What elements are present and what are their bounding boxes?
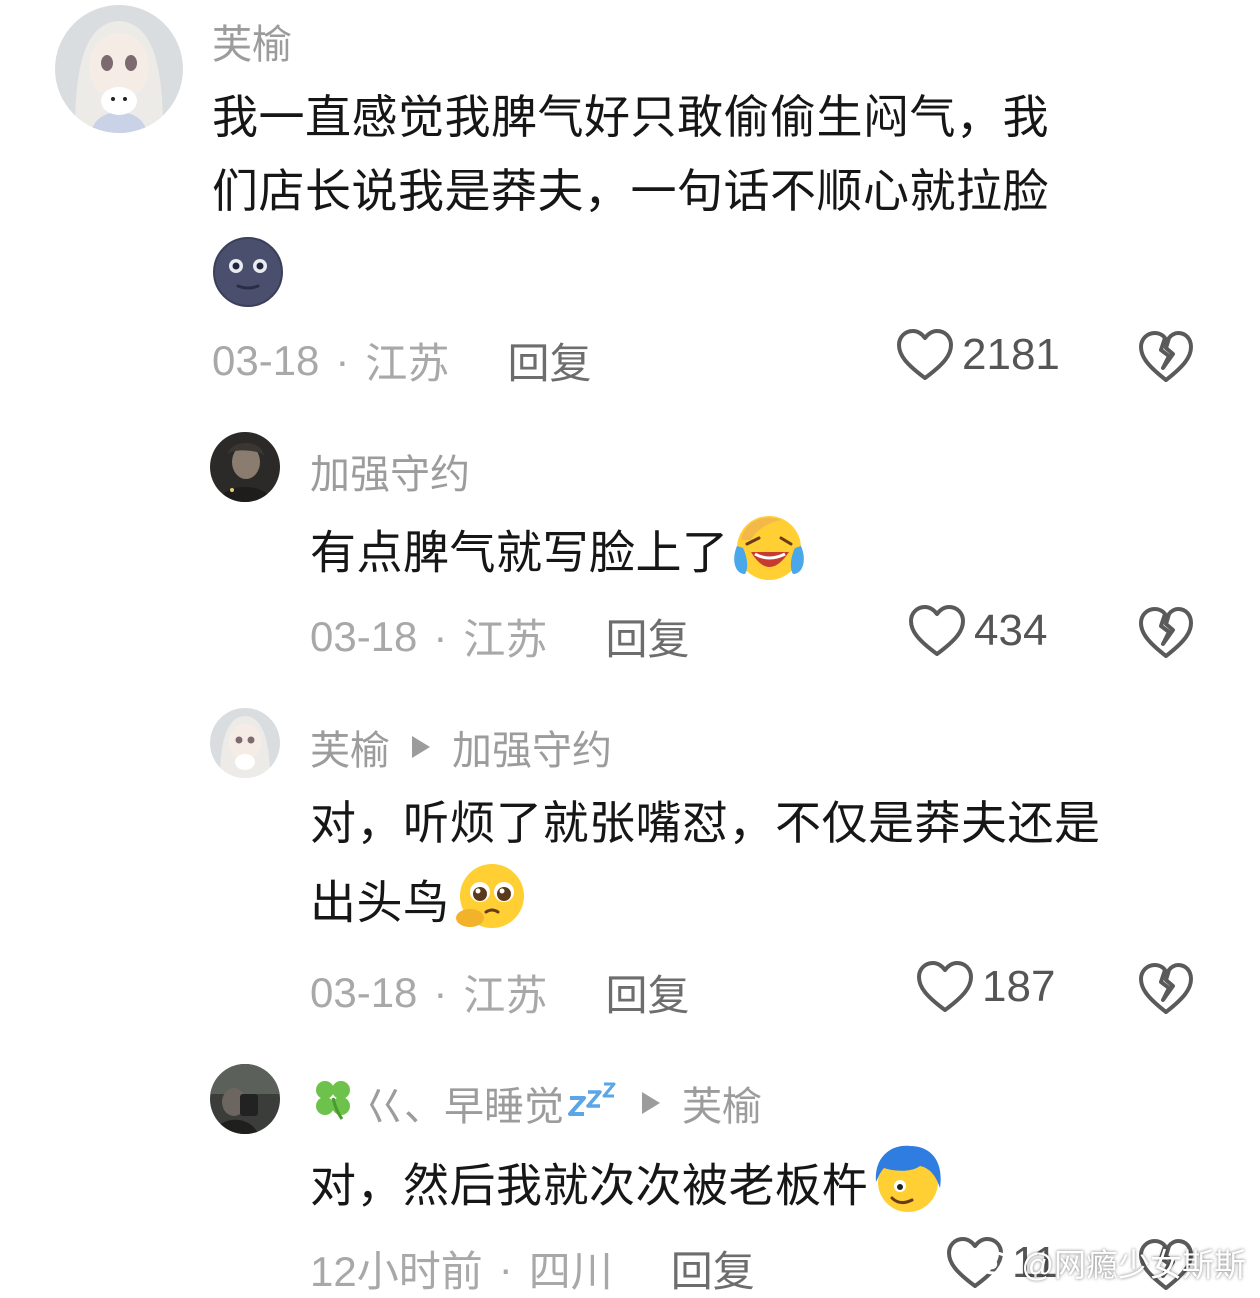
- author-name[interactable]: 加强守约: [310, 442, 470, 500]
- like-count: 434: [974, 606, 1048, 655]
- avatar[interactable]: [210, 708, 280, 778]
- comment-location: 江苏: [365, 340, 450, 387]
- comment-location: 江苏: [463, 616, 548, 663]
- new-moon-face-emoji-icon: [212, 236, 284, 329]
- comment-date: 03-18: [212, 336, 320, 384]
- dislike-button[interactable]: [1138, 330, 1194, 389]
- pleading-face-emoji-icon: [452, 860, 528, 953]
- comment-line: 对，然后我就次次被老板杵: [310, 1159, 868, 1212]
- four-leaf-clover-icon: [310, 1075, 356, 1131]
- author-label[interactable]: 芙榆: [310, 718, 390, 776]
- comment-date: 03-18: [310, 968, 418, 1016]
- comment-date: 03-18: [310, 612, 418, 660]
- comment-text: 我一直感觉我脾气好只敢偷偷生闷气，我 们店长说我是莽夫，一句话不顺心就拉脸: [212, 80, 1212, 308]
- reply-button[interactable]: 回复: [605, 962, 689, 1023]
- heart-icon: [909, 605, 965, 656]
- watermark: @网瘾少女斯斯: [976, 1240, 1247, 1286]
- comment-location: 江苏: [463, 972, 548, 1019]
- comment-date: 12小时前: [310, 1248, 483, 1295]
- meta-separator: ·: [433, 612, 448, 660]
- comment-line: 我一直感觉我脾气好只敢偷偷生闷气，我: [212, 91, 1049, 143]
- comment-location: 四川: [528, 1248, 613, 1295]
- avatar[interactable]: [55, 5, 183, 133]
- comment-line: 有点脾气就写脸上了: [310, 526, 729, 579]
- meta-separator: ·: [498, 1244, 513, 1292]
- comment-line: 们店长说我是莽夫，一句话不顺心就拉脸: [212, 165, 1049, 217]
- crying-laughing-face-emoji-icon: [731, 510, 807, 603]
- comment-text: 对，听烦了就张嘴怼，不仅是莽夫还是 出头鸟: [310, 786, 1230, 940]
- comment-line: 对，听烦了就张嘴怼，不仅是莽夫还是: [310, 797, 1101, 849]
- like-button[interactable]: 434: [908, 604, 1047, 658]
- dislike-button[interactable]: [1138, 962, 1194, 1021]
- reply-button[interactable]: 回复: [507, 330, 591, 391]
- reply-button[interactable]: 回复: [671, 1238, 755, 1298]
- heart-icon: [917, 961, 973, 1012]
- broken-heart-icon: [1139, 607, 1193, 658]
- like-button[interactable]: 187: [916, 960, 1055, 1014]
- reply-button[interactable]: 回复: [605, 606, 689, 667]
- author-name[interactable]: 巜、早睡觉 芙榆: [310, 1074, 762, 1132]
- weibo-logo-icon: [976, 1243, 1016, 1283]
- watermark-text: @网瘾少女斯斯: [1021, 1247, 1247, 1283]
- reply-arrow-icon: [412, 736, 430, 758]
- avatar[interactable]: [210, 432, 280, 502]
- reply-to-label[interactable]: 加强守约: [452, 718, 612, 776]
- comment-meta: 03-18 · 江苏 回复: [212, 330, 591, 391]
- broken-heart-icon: [1139, 963, 1193, 1014]
- comment-meta: 12小时前 · 四川 回复: [310, 1238, 755, 1298]
- reply-arrow-icon: [642, 1092, 660, 1114]
- comment-meta: 03-18 · 江苏 回复: [310, 962, 689, 1023]
- blue-hair-face-emoji-icon: [870, 1142, 946, 1237]
- author-name[interactable]: 芙榆 加强守约: [310, 718, 612, 776]
- like-count: 187: [982, 962, 1056, 1011]
- dislike-button[interactable]: [1138, 606, 1194, 665]
- author-label[interactable]: 芙榆: [212, 12, 292, 70]
- meta-separator: ·: [433, 968, 448, 1016]
- author-label[interactable]: 加强守约: [310, 442, 470, 500]
- like-count: 2181: [962, 330, 1060, 379]
- sleeping-zzz-icon: [568, 1078, 620, 1128]
- like-button[interactable]: 2181: [896, 328, 1060, 382]
- author-label[interactable]: 巜、早睡觉: [364, 1074, 564, 1132]
- broken-heart-icon: [1139, 331, 1193, 382]
- comment-meta: 03-18 · 江苏 回复: [310, 606, 689, 667]
- comment-text: 有点脾气就写脸上了: [310, 510, 1210, 603]
- reply-to-label[interactable]: 芙榆: [682, 1074, 762, 1132]
- comment-text: 对，然后我就次次被老板杵: [310, 1142, 1230, 1237]
- author-name[interactable]: 芙榆: [212, 12, 292, 70]
- avatar[interactable]: [210, 1064, 280, 1134]
- heart-icon: [897, 329, 953, 380]
- comment-line: 出头鸟: [310, 876, 450, 929]
- meta-separator: ·: [335, 336, 350, 384]
